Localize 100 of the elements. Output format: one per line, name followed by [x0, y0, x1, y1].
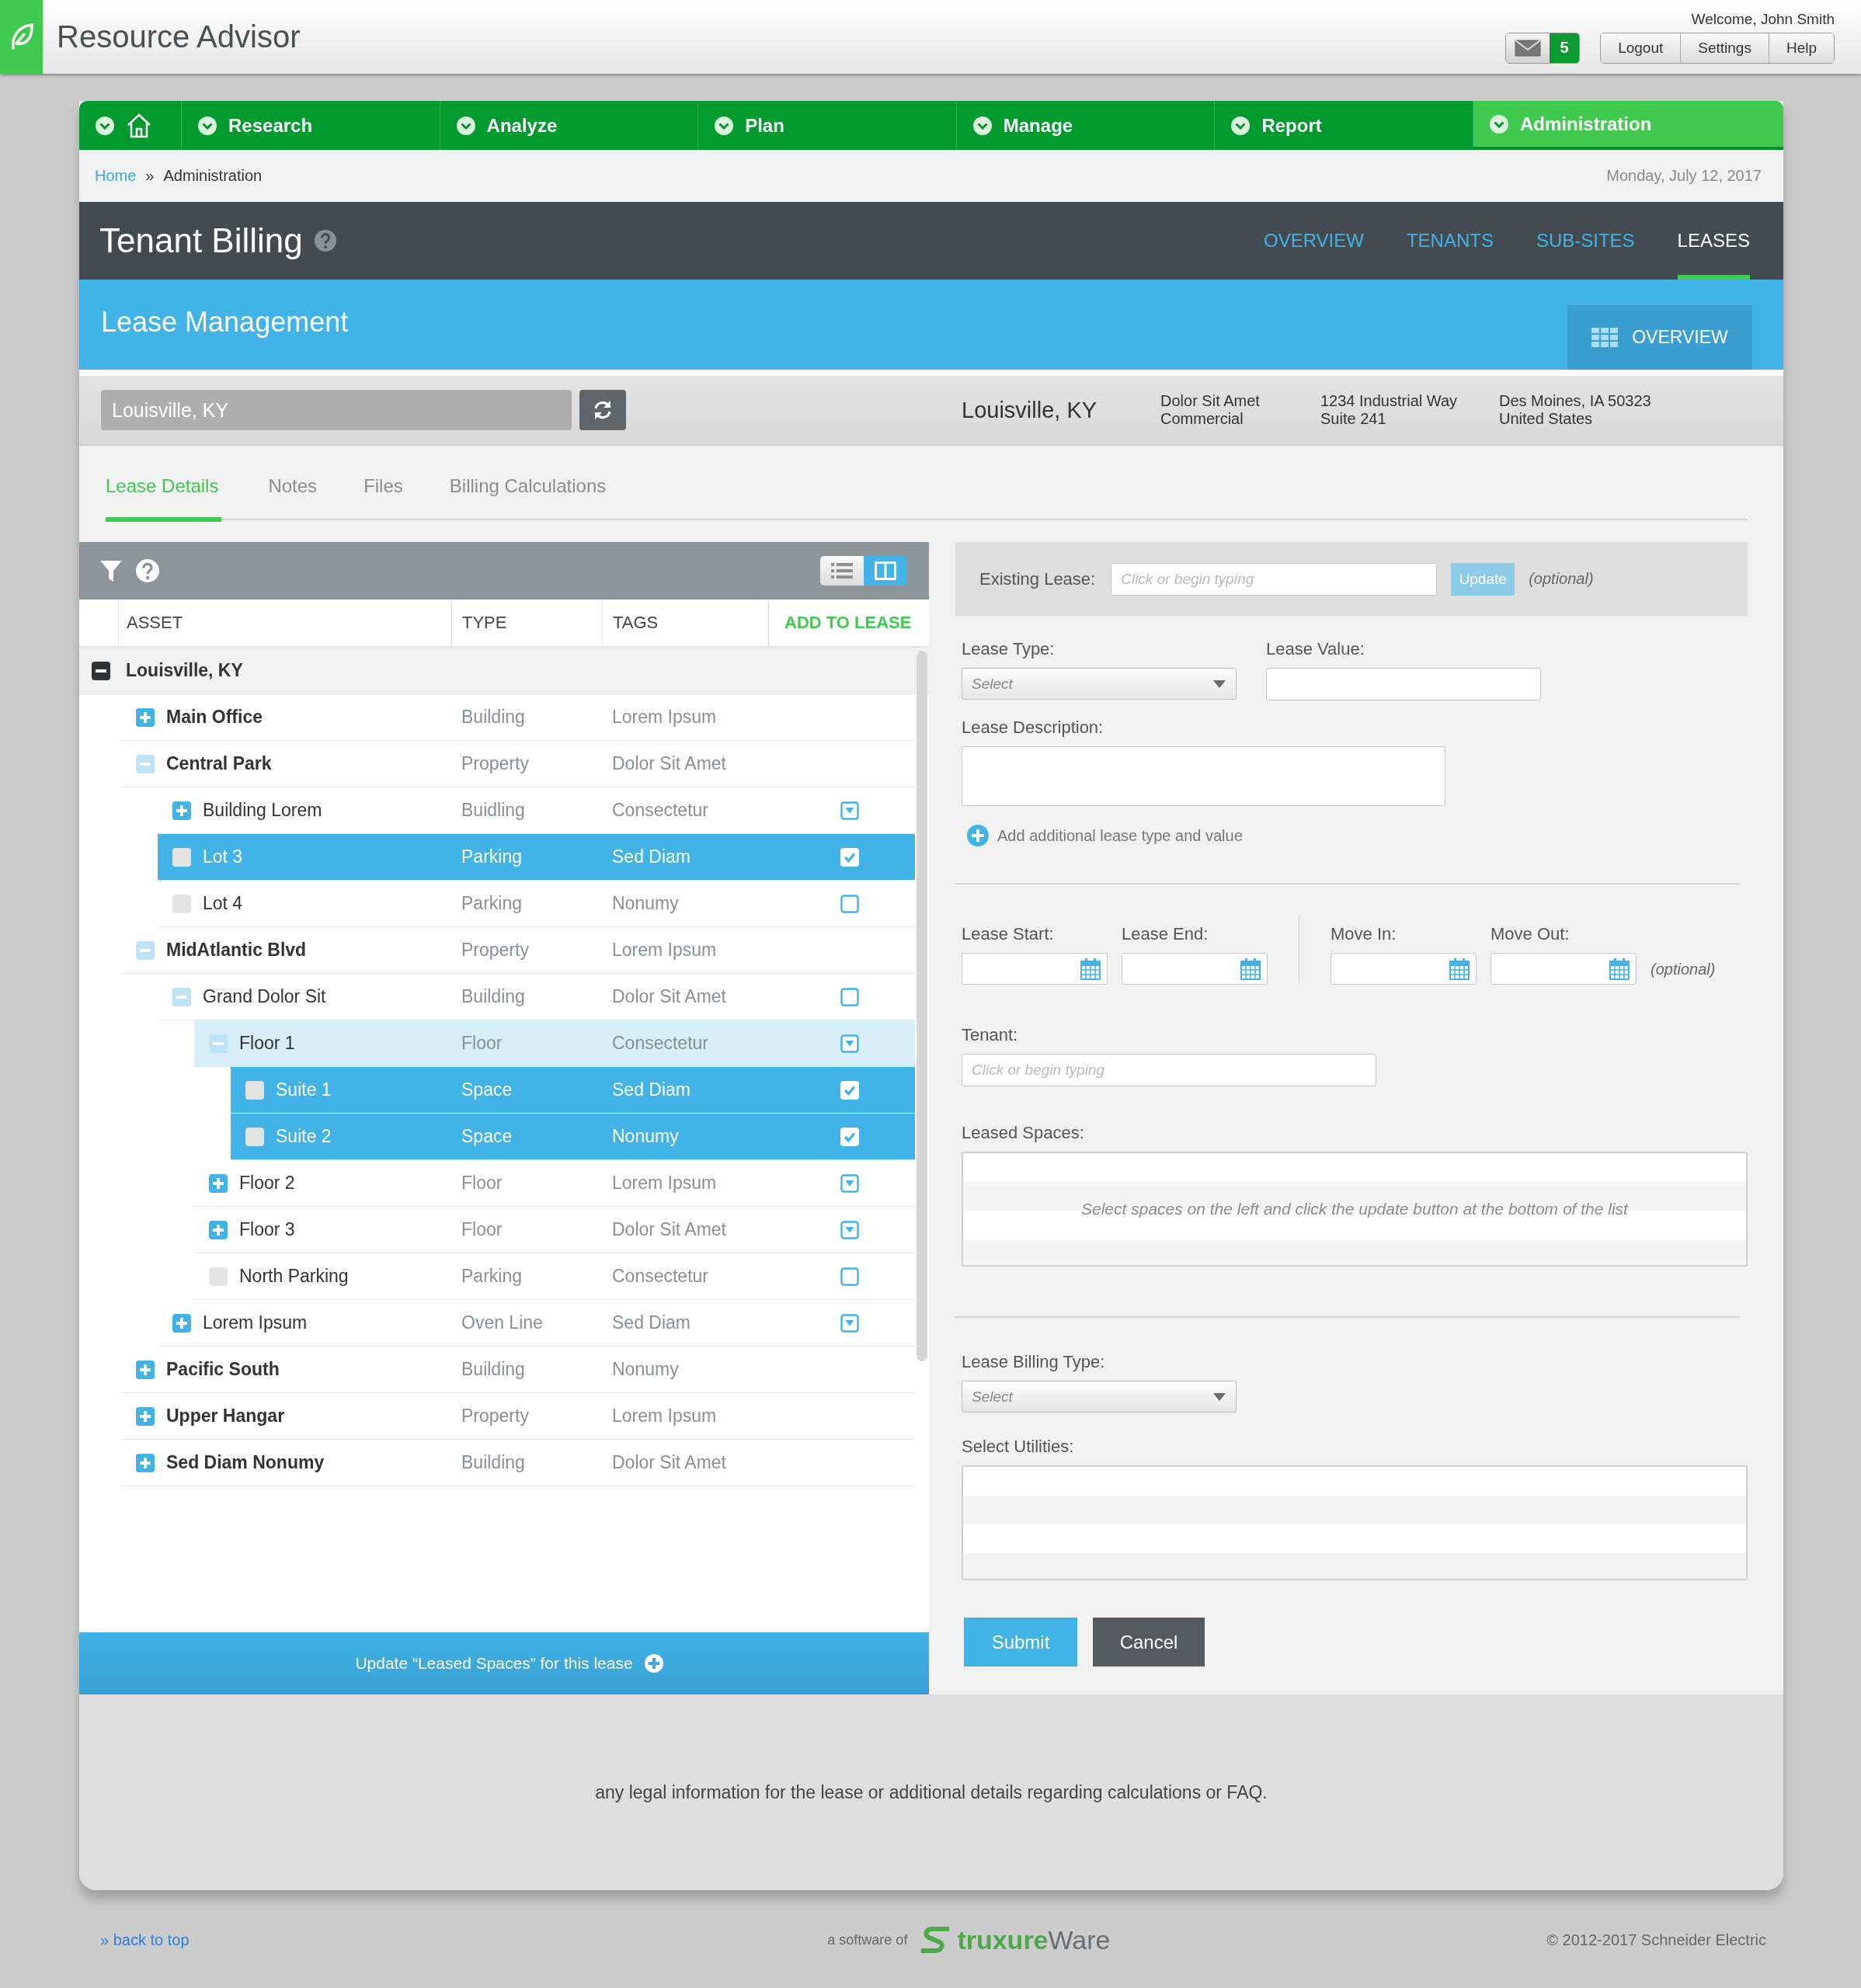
help-icon[interactable] [313, 229, 337, 252]
page-tab[interactable]: OVERVIEW [1263, 202, 1364, 280]
column-header[interactable]: ADD TO LEASE [768, 600, 929, 646]
legal-text: any legal information for the lease or additional details regarding calculations or FAQ. [595, 1781, 1268, 1803]
add-lease-type-link[interactable]: Add additional lease type and value [962, 824, 1748, 847]
detail-tab[interactable]: Notes [268, 475, 318, 522]
nav-tab[interactable]: Report [1214, 101, 1473, 150]
collapse-icon[interactable] [92, 661, 110, 680]
page-tab[interactable]: SUB-SITES [1536, 202, 1635, 280]
table-row[interactable]: MidAtlantic Blvd Property Lorem Ipsum [121, 927, 915, 974]
back-to-top-link[interactable]: » back to top [100, 1931, 190, 1949]
cancel-button[interactable]: Cancel [1093, 1618, 1205, 1667]
checkbox[interactable] [840, 987, 859, 1006]
breadcrumb-link[interactable]: Home [95, 167, 137, 185]
asset-type: Building [461, 1452, 525, 1472]
table-row[interactable]: North Parking Parking Consectetur [194, 1253, 915, 1300]
table-row[interactable]: Floor 2 Floor Lorem Ipsum [194, 1160, 915, 1207]
tenant-field[interactable]: Click or begin typing [962, 1054, 1376, 1086]
calendar-icon [1240, 958, 1261, 980]
filter-icon[interactable] [99, 559, 123, 582]
brand-logo-text: truxureWare [957, 1924, 1111, 1955]
table-row[interactable]: Suite 2 Space Nonumy [231, 1114, 915, 1160]
view-toggle[interactable] [864, 556, 907, 586]
asset-type: Space [461, 1126, 513, 1146]
expand-icon[interactable] [136, 1360, 155, 1379]
app-logo[interactable] [0, 0, 43, 74]
header-button[interactable]: Help [1768, 33, 1834, 63]
checkbox[interactable] [840, 1313, 859, 1333]
nav-tab[interactable]: Research [181, 101, 440, 150]
table-row[interactable]: Central Park Property Dolor Sit Amet [121, 741, 915, 787]
asset-type: Floor [461, 1173, 503, 1193]
asset-type: Floor [461, 1033, 503, 1053]
view-toggle[interactable] [820, 556, 864, 586]
asset-type: Building [461, 1359, 525, 1379]
page-tab[interactable]: TENANTS [1406, 202, 1494, 280]
date-field[interactable] [1122, 953, 1268, 985]
expand-icon[interactable] [209, 1220, 228, 1239]
nav-tab[interactable]: Plan [697, 101, 956, 150]
leased-spaces-list[interactable]: Select spaces on the left and click the update button at the bottom of the list [962, 1152, 1748, 1267]
checkbox[interactable] [840, 1220, 859, 1239]
expand-icon[interactable] [172, 801, 191, 820]
dropdown[interactable]: Select [962, 668, 1237, 700]
help-icon[interactable] [135, 558, 160, 583]
field-label: Lease Billing Type: [962, 1352, 1106, 1372]
table-row[interactable]: Lorem Ipsum Oven Line Sed Diam [158, 1300, 915, 1347]
table-row[interactable]: Suite 1 Space Sed Diam [231, 1067, 915, 1114]
checkbox[interactable] [840, 1267, 859, 1286]
table-row[interactable]: Upper Hangar Property Lorem Ipsum [121, 1393, 915, 1440]
checkbox[interactable] [840, 801, 859, 820]
messages-button[interactable]: 5 [1505, 32, 1581, 64]
chevron-icon [95, 115, 115, 136]
dropdown[interactable]: Select [962, 1381, 1237, 1413]
asset-type: Property [461, 1406, 529, 1426]
detail-tab[interactable]: Files [364, 475, 403, 522]
expand-icon[interactable] [136, 707, 155, 727]
nav-tab[interactable]: Manage [955, 101, 1215, 150]
overview-button[interactable]: OVERVIEW [1567, 305, 1752, 370]
nav-tab[interactable]: Analyze [439, 101, 698, 150]
header-button[interactable]: Logout [1601, 33, 1681, 63]
optional-note: (optional) [1651, 961, 1716, 979]
table-row[interactable]: Main Office Building Lorem Ipsum [121, 694, 915, 741]
asset-type: Oven Line [461, 1312, 543, 1333]
asset-name: North Parking [239, 1266, 349, 1287]
home-icon [126, 112, 152, 139]
checkbox[interactable] [840, 894, 859, 913]
expand-icon[interactable] [209, 1173, 228, 1193]
header-button[interactable]: Settings [1680, 33, 1769, 63]
table-row[interactable]: Louisville, KY [79, 648, 929, 694]
update-button[interactable]: Update “Leased Spaces” for this lease [79, 1632, 929, 1694]
text-area[interactable] [962, 746, 1445, 806]
detail-tab[interactable]: Lease Details [106, 475, 222, 522]
date-field[interactable] [962, 953, 1108, 985]
table-row[interactable]: Floor 1 Floor Consectetur [194, 1020, 915, 1067]
expand-icon[interactable] [136, 1453, 155, 1472]
table-row[interactable]: Lot 4 Parking Nonumy [158, 881, 915, 927]
column-header: TAGS [602, 600, 768, 646]
checkbox[interactable] [840, 1034, 859, 1053]
table-row[interactable]: Floor 3 Floor Dolor Sit Amet [194, 1207, 915, 1253]
asset-name: Floor 1 [239, 1033, 295, 1054]
table-row[interactable]: Sed Diam Nonumy Building Dolor Sit Amet [121, 1440, 915, 1486]
refresh-button[interactable] [579, 390, 626, 430]
table-row[interactable]: Lot 3 Parking Sed Diam [158, 834, 915, 881]
text-field[interactable] [1266, 668, 1541, 700]
location-field[interactable]: Louisville, KY [101, 390, 572, 430]
date-field[interactable] [1331, 953, 1477, 985]
asset-name: Floor 3 [239, 1219, 295, 1240]
date-text: Monday, July 12, 2017 [1606, 167, 1762, 185]
submit-button[interactable]: Submit [964, 1618, 1077, 1667]
checkbox[interactable] [840, 1173, 859, 1193]
caret-icon [1212, 679, 1226, 689]
asset-name: Suite 1 [276, 1079, 332, 1100]
detail-tab[interactable]: Billing Calculations [449, 475, 607, 522]
expand-icon[interactable] [172, 1313, 191, 1333]
utilities-list[interactable] [962, 1465, 1748, 1580]
date-field[interactable] [1491, 953, 1637, 985]
scrollbar[interactable] [917, 651, 927, 1361]
expand-icon[interactable] [136, 1406, 155, 1426]
nav-tab[interactable]: Administration [1472, 101, 1783, 150]
table-row[interactable]: Pacific South Building Nonumy [121, 1347, 915, 1393]
field-label: Existing Lease: [979, 568, 1096, 589]
